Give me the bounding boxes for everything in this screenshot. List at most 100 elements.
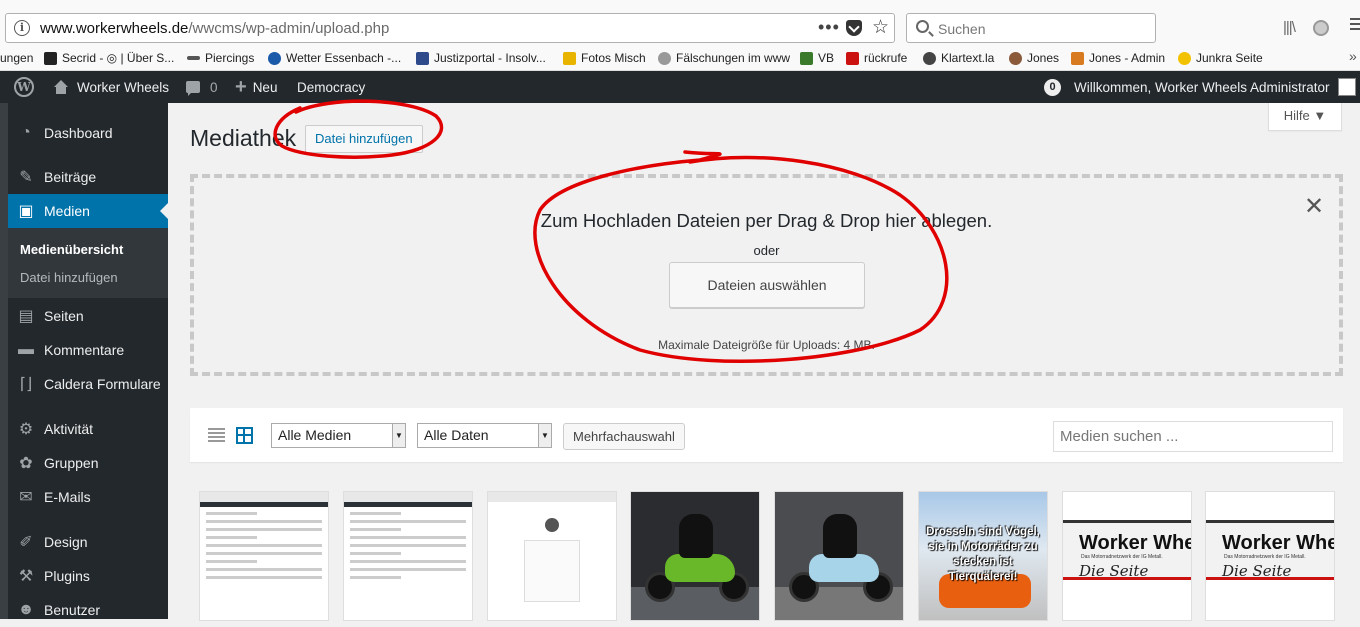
bookmark-item[interactable]: Klartext.la [923, 51, 994, 65]
activity-icon: ⚙ [18, 421, 34, 438]
extension-icon[interactable] [1313, 20, 1329, 36]
new-content-menu[interactable]: + Neu [235, 71, 277, 103]
groups-icon: ✿ [19, 455, 33, 472]
mail-icon: ✉ [19, 489, 33, 506]
media-icon: ▣ [18, 203, 34, 220]
sidebar-item-gruppen[interactable]: ✿ Gruppen [8, 446, 168, 480]
bookmark-favicon-icon [800, 51, 813, 65]
media-attachment[interactable]: Drosseln sind Vögel, sie in Motorräder z… [919, 492, 1047, 620]
media-search-input[interactable]: Medien suchen ... [1053, 421, 1333, 452]
library-icon[interactable]: |||\ [1283, 19, 1296, 36]
democracy-menu[interactable]: Democracy [297, 71, 365, 103]
wp-logo-menu[interactable]: W [14, 71, 34, 103]
url-text[interactable]: www.workerwheels.de/wwcms/wp-admin/uploa… [40, 20, 389, 37]
bookmark-item[interactable]: Fotos Misch [563, 51, 646, 65]
media-attachment[interactable] [631, 492, 759, 620]
bookmark-item[interactable]: Fälschungen im www [658, 51, 790, 65]
sidebar-item-plugins[interactable]: ⚒ Plugins [8, 559, 168, 593]
media-attachment[interactable] [488, 492, 616, 620]
page-title: Mediathek [190, 125, 297, 151]
bookmark-item[interactable]: Jones [1009, 51, 1059, 65]
bookmark-item[interactable]: Wetter Essenbach -... [268, 51, 401, 65]
media-attachment[interactable]: Worker Wheels Das Motorradnetzwerk der I… [1063, 492, 1191, 620]
bookmark-item[interactable]: Junkra Seite [1178, 51, 1263, 65]
pocket-icon[interactable] [846, 20, 862, 36]
help-tab-button[interactable]: Hilfe ▼ [1268, 103, 1342, 131]
home-icon [53, 80, 69, 94]
sidebar-item-caldera-forms[interactable]: ⌈⌋ Caldera Formulare [8, 367, 168, 401]
max-upload-size: Maximale Dateigröße für Uploads: 4 MB. [658, 338, 875, 352]
sidebar-item-kommentare[interactable]: ▬ Kommentare [8, 333, 168, 367]
comments-link[interactable]: 0 [186, 71, 218, 103]
bookmark-item[interactable]: Justizportal - Insolv... [416, 51, 546, 65]
page-actions-icon[interactable]: ••• [818, 17, 840, 38]
bookmark-favicon-icon [563, 51, 576, 65]
thumbnail-subtitle: Das Motorradnetzwerk der IG Metall. [1081, 554, 1163, 560]
bookmark-item[interactable]: Piercings [187, 51, 254, 65]
media-toolbar: Alle Medien ▼ Alle Daten ▼ Mehrfachauswahl… [190, 408, 1343, 462]
submenu-add-media[interactable]: Datei hinzufügen [20, 270, 118, 285]
media-type-select[interactable]: Alle Medien ▼ [271, 423, 406, 448]
upload-instructions: Zum Hochladen Dateien per Drag & Drop hi… [540, 210, 993, 231]
sidebar-item-benutzer[interactable]: ☻ Benutzer [8, 593, 168, 627]
submenu-media-library[interactable]: Medienübersicht [20, 242, 123, 257]
bookmarks-toolbar: ungen Secrid - ◎ | Über S... Piercings W… [0, 44, 1360, 71]
chevron-down-icon: ▼ [538, 424, 551, 447]
address-bar[interactable]: i www.workerwheels.de/wwcms/wp-admin/upl… [5, 13, 895, 43]
upload-dropzone[interactable]: Zum Hochladen Dateien per Drag & Drop hi… [190, 174, 1343, 376]
wordpress-logo-icon: W [14, 77, 34, 97]
site-info-icon[interactable]: i [14, 20, 30, 36]
bookmark-item[interactable]: rückrufe [846, 51, 907, 65]
bookmark-favicon-icon [268, 51, 281, 65]
bookmark-favicon-icon [1071, 51, 1084, 65]
bookmarks-overflow-icon[interactable]: » [1349, 48, 1357, 64]
close-icon[interactable]: ✕ [1304, 192, 1324, 221]
bookmark-star-icon[interactable]: ☆ [872, 16, 889, 39]
thumbnail-subtitle: Das Motorradnetzwerk der IG Metall. [1224, 554, 1306, 560]
add-media-button[interactable]: Datei hinzufügen [305, 125, 423, 153]
plus-icon: + [235, 75, 247, 98]
select-files-button[interactable]: Dateien auswählen [669, 262, 865, 308]
bookmark-favicon-icon [1178, 51, 1191, 65]
sidebar-item-emails[interactable]: ✉ E-Mails [8, 480, 168, 514]
my-account-menu[interactable]: Willkommen, Worker Wheels Administrator [1074, 71, 1356, 103]
comment-icon: ▬ [18, 341, 34, 358]
browser-search-input[interactable]: Suchen [906, 13, 1156, 43]
sidebar-item-aktivitaet[interactable]: ⚙ Aktivität [8, 412, 168, 446]
bookmark-item[interactable]: VB [800, 51, 834, 65]
bookmark-favicon-icon [923, 51, 936, 65]
media-attachment[interactable] [200, 492, 328, 620]
media-date-select[interactable]: Alle Daten ▼ [417, 423, 552, 448]
media-submenu: Medienübersicht Datei hinzufügen [8, 228, 168, 298]
sidebar-item-beitraege[interactable]: ✎ Beiträge [8, 160, 168, 194]
sidebar-item-medien[interactable]: ▣ Medien [8, 194, 168, 228]
user-icon: ☻ [17, 601, 35, 618]
media-attachment[interactable]: Worker Wheels Das Motorradnetzwerk der I… [1206, 492, 1334, 620]
avatar [1337, 78, 1356, 96]
media-attachment[interactable] [344, 492, 472, 620]
bookmark-item[interactable]: ungen [0, 51, 33, 65]
bookmark-item[interactable]: Secrid - ◎ | Über S... [44, 51, 174, 65]
thumbnail-title: Worker Wheels [1222, 532, 1334, 554]
bookmark-favicon-icon [187, 56, 200, 60]
browser-toolbar: i www.workerwheels.de/wwcms/wp-admin/upl… [0, 0, 1360, 44]
media-attachment[interactable] [775, 492, 903, 620]
sidebar-item-design[interactable]: ✐ Design [8, 525, 168, 559]
site-name-link[interactable]: Worker Wheels [53, 71, 169, 103]
bookmark-item[interactable]: Jones - Admin [1071, 51, 1165, 65]
thumbnail-caption: Drosseln sind Vögel, sie in Motorräder z… [926, 526, 1040, 583]
grid-view-icon[interactable] [236, 427, 253, 444]
list-view-icon[interactable] [208, 428, 225, 442]
chevron-down-icon: ▼ [392, 424, 405, 447]
menu-icon[interactable] [1350, 18, 1360, 33]
sidebar-item-seiten[interactable]: ▤ Seiten [8, 299, 168, 333]
bookmark-favicon-icon [846, 51, 859, 65]
bulk-select-button[interactable]: Mehrfachauswahl [563, 423, 685, 450]
notifications-link[interactable]: 0 [1044, 71, 1061, 103]
pushpin-icon: ✎ [19, 169, 33, 186]
sidebar-item-dashboard[interactable]: ◔ Dashboard [8, 116, 168, 150]
upload-or-label: oder [753, 243, 780, 258]
dashboard-icon: ◔ [21, 124, 31, 141]
thumbnail-signature: Die Seite [1079, 562, 1149, 580]
brush-icon: ✐ [19, 534, 33, 551]
